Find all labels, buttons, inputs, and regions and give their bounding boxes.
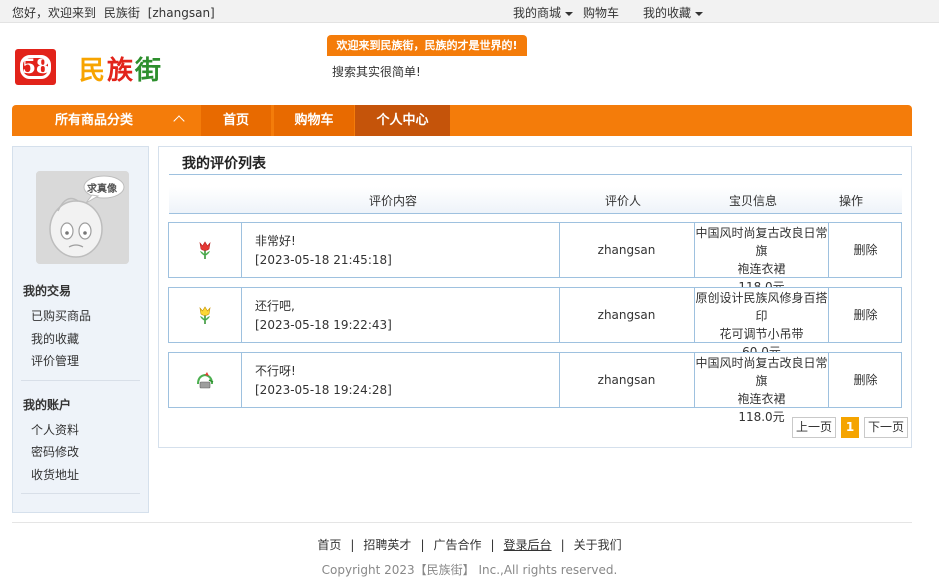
column-content: 评价内容 <box>369 194 418 208</box>
delete-button[interactable]: 删除 <box>829 288 902 342</box>
chevron-down-icon <box>695 11 704 16</box>
footer-link-admin-login[interactable]: 登录后台 <box>504 538 552 552</box>
site-name: 民族街 <box>103 6 140 20</box>
chevron-down-icon <box>565 11 574 16</box>
footer-divider <box>12 522 912 523</box>
table-row: 非常好! [2023-05-18 21:45:18] zhangsan 中国风时… <box>168 222 902 294</box>
goods-name: 袍连衣裙 <box>737 392 786 406</box>
delete-button[interactable]: 删除 <box>829 223 902 277</box>
copyright: Copyright 2023【民族街】 Inc.,All rights rese… <box>321 563 618 577</box>
logo-icon[interactable]: 58 <box>15 49 56 85</box>
column-action: 操作 <box>839 194 864 208</box>
my-mall-label: 我的商城 <box>513 6 562 20</box>
logo-text[interactable]: 民族街 <box>79 50 163 87</box>
goods-name: 中国风时尚复古改良日常旗 <box>695 226 828 258</box>
prev-page-button[interactable]: 上一页 <box>792 417 836 438</box>
sidebar-divider <box>21 380 140 381</box>
logo-char: 民 <box>79 56 108 86</box>
next-page-button[interactable]: 下一页 <box>864 417 908 438</box>
review-time: [2023-05-18 19:24:28] <box>255 383 392 397</box>
top-bar: 您好，欢迎来到 民族街 [zhangsan] 我的商城 购物车 我的收藏 <box>0 0 939 23</box>
reviewer-name: zhangsan <box>597 373 656 387</box>
column-reviewer: 评价人 <box>605 194 642 208</box>
footer-separator: | <box>420 538 425 552</box>
username[interactable]: [zhangsan] <box>148 6 215 20</box>
footer-links: 首页 | 招聘英才 | 广告合作 | 登录后台 | 关于我们 <box>0 536 939 553</box>
logo-number: 58 <box>22 54 50 78</box>
goods-name: 中国风时尚复古改良日常旗 <box>695 356 828 388</box>
table-row: 还行吧, [2023-05-18 19:22:43] zhangsan 原创设计… <box>168 287 902 359</box>
goods-name: 原创设计民族风修身百搭印 <box>695 291 828 323</box>
logo-char: 街 <box>135 56 164 86</box>
goods-name: 花可调节小吊带 <box>719 327 804 341</box>
sidebar: 求真像 我的交易 已购买商品 我的收藏 评价管理 我的账户 个人资料 密码修改 … <box>12 146 149 513</box>
review-time: [2023-05-18 19:22:43] <box>255 318 392 332</box>
sidebar-divider <box>21 493 140 494</box>
cart-link[interactable]: 购物车 <box>583 4 619 21</box>
delete-button[interactable]: 删除 <box>829 353 902 407</box>
goods-info[interactable]: 中国风时尚复古改良日常旗 袍连衣裙 118.0元 <box>695 353 828 424</box>
nav-cart[interactable]: 购物车 <box>274 105 354 136</box>
category-label: 所有商品分类 <box>55 113 134 128</box>
flower-yellow-icon <box>169 288 241 342</box>
review-text: 不行呀! <box>255 364 296 378</box>
welcome-banner: 欢迎来到民族街，民族的才是世界的! <box>327 35 527 56</box>
goods-name: 袍连衣裙 <box>737 262 786 276</box>
goods-info[interactable]: 原创设计民族风修身百搭印 花可调节小吊带 60.0元 <box>695 288 828 359</box>
sidebar-item-address[interactable]: 收货地址 <box>31 466 79 483</box>
review-content: 非常好! [2023-05-18 21:45:18] <box>255 232 392 286</box>
trade-section-title: 我的交易 <box>23 284 72 298</box>
account-section-title: 我的账户 <box>23 398 72 412</box>
table-row: 不行呀! [2023-05-18 19:24:28] zhangsan 中国风时… <box>168 352 902 424</box>
favorites-label: 我的收藏 <box>643 6 692 20</box>
review-text: 非常好! <box>255 234 296 248</box>
footer-separator: | <box>560 538 565 552</box>
sidebar-item-reviews[interactable]: 评价管理 <box>31 352 79 369</box>
column-goods: 宝贝信息 <box>729 194 778 208</box>
page-title: 我的评价列表 <box>182 156 266 172</box>
sidebar-item-profile[interactable]: 个人资料 <box>31 421 79 438</box>
review-text: 还行吧, <box>255 299 295 313</box>
reviewer-name: zhangsan <box>597 243 656 257</box>
welcome-text: 您好，欢迎来到 民族街 [zhangsan] <box>12 4 219 21</box>
review-content: 还行吧, [2023-05-18 19:22:43] <box>255 297 392 351</box>
greeting-label: 您好，欢迎来到 <box>12 6 97 20</box>
sidebar-item-password[interactable]: 密码修改 <box>31 443 79 460</box>
footer-separator: | <box>350 538 355 552</box>
reviewer-name: zhangsan <box>597 308 656 322</box>
broken-plant-icon <box>169 353 241 407</box>
sidebar-item-purchased[interactable]: 已购买商品 <box>31 307 91 324</box>
avatar[interactable]: 求真像 <box>36 171 129 264</box>
avatar-badge: 求真像 <box>87 184 117 195</box>
my-mall-menu[interactable]: 我的商城 <box>513 4 574 21</box>
favorites-menu[interactable]: 我的收藏 <box>643 4 704 21</box>
title-divider <box>169 174 902 175</box>
chevron-up-icon <box>173 115 185 127</box>
site-header: 58 民族街 欢迎来到民族街，民族的才是世界的! 搜索其实很简单! <box>0 23 939 105</box>
goods-info[interactable]: 中国风时尚复古改良日常旗 袍连衣裙 118.0元 <box>695 223 828 294</box>
sidebar-item-favorites[interactable]: 我的收藏 <box>31 330 79 347</box>
footer-separator: | <box>490 538 495 552</box>
logo-char: 族 <box>107 56 136 86</box>
page-number-current[interactable]: 1 <box>841 417 859 438</box>
table-header: 评价内容 评价人 宝贝信息 操作 <box>169 187 902 214</box>
footer-link-about[interactable]: 关于我们 <box>574 538 622 552</box>
main-nav: 所有商品分类 首页 购物车 个人中心 <box>12 105 912 136</box>
search-hint: 搜索其实很简单! <box>332 65 421 79</box>
footer-link-ads[interactable]: 广告合作 <box>433 538 481 552</box>
flower-red-icon <box>169 223 241 277</box>
nav-home[interactable]: 首页 <box>201 105 271 136</box>
nav-personal-center[interactable]: 个人中心 <box>355 105 450 136</box>
footer-link-careers[interactable]: 招聘英才 <box>363 538 411 552</box>
all-categories-menu[interactable]: 所有商品分类 <box>12 105 201 136</box>
review-content: 不行呀! [2023-05-18 19:24:28] <box>255 362 392 416</box>
footer-link-home[interactable]: 首页 <box>317 538 341 552</box>
review-time: [2023-05-18 21:45:18] <box>255 253 392 267</box>
